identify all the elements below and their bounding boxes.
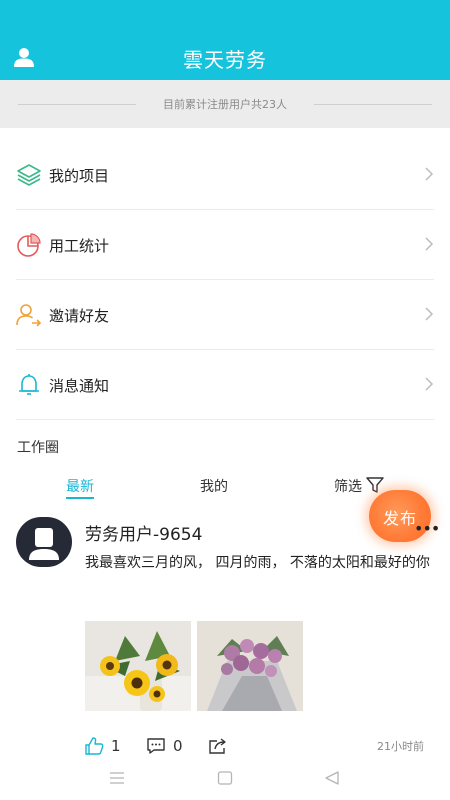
back-icon[interactable] <box>324 770 340 786</box>
menu-item-labor-stats[interactable]: 用工统计 <box>16 210 434 280</box>
post-photo-sunflowers[interactable] <box>85 621 191 711</box>
system-navigation-bar <box>0 762 450 800</box>
app-header: 雲天劳务 <box>0 0 450 80</box>
tab-latest[interactable]: 最新 <box>66 476 94 499</box>
pie-chart-icon <box>17 233 41 257</box>
chevron-right-icon <box>425 307 434 321</box>
default-avatar-icon <box>29 528 59 560</box>
thumbs-up-icon[interactable] <box>84 737 104 755</box>
tab-mine[interactable]: 我的 <box>200 476 228 496</box>
comment-icon[interactable] <box>146 737 166 755</box>
invite-user-icon <box>16 304 42 327</box>
more-options-icon[interactable]: ••• <box>414 519 440 538</box>
comment-count: 0 <box>173 737 183 755</box>
chevron-right-icon <box>425 377 434 391</box>
menu-item-invite-friends[interactable]: 邀请好友 <box>16 280 434 350</box>
post-photo-roses[interactable] <box>197 621 303 711</box>
registered-users-banner: 目前累计注册用户共23人 <box>0 80 450 128</box>
sunflower-image <box>85 621 191 711</box>
menu-item-label: 用工统计 <box>49 237 110 255</box>
post-timestamp: 21小时前 <box>377 740 424 753</box>
page-title: 雲天劳务 <box>183 48 267 72</box>
like-count: 1 <box>111 737 121 755</box>
divider <box>314 104 432 105</box>
menu-item-label: 消息通知 <box>49 377 110 395</box>
chevron-right-icon <box>425 237 434 251</box>
work-circle-title: 工作圈 <box>17 440 59 456</box>
tab-filter[interactable]: 筛选 <box>334 476 362 496</box>
menu-item-my-projects[interactable]: 我的项目 <box>16 140 434 210</box>
feature-menu: 我的项目 用工统计 邀请好友 消息通知 <box>0 140 450 420</box>
home-icon[interactable] <box>217 770 233 786</box>
bell-icon <box>19 374 39 395</box>
filter-icon[interactable] <box>366 476 384 494</box>
avatar[interactable] <box>16 517 72 567</box>
rose-bouquet-image <box>197 621 303 711</box>
layers-icon <box>17 164 41 186</box>
menu-item-label: 邀请好友 <box>49 307 110 325</box>
post-author[interactable]: 劳务用户-9654 <box>85 520 202 545</box>
chevron-right-icon <box>425 167 434 181</box>
post-actions: 1 0 21小时前 <box>0 736 450 758</box>
menu-item-notifications[interactable]: 消息通知 <box>16 350 434 420</box>
menu-item-label: 我的项目 <box>49 167 110 185</box>
post-content: 我最喜欢三月的风， 四月的雨， 不落的太阳和最好的你 <box>85 555 430 571</box>
menu-icon[interactable] <box>109 770 125 786</box>
share-icon[interactable] <box>208 737 228 755</box>
